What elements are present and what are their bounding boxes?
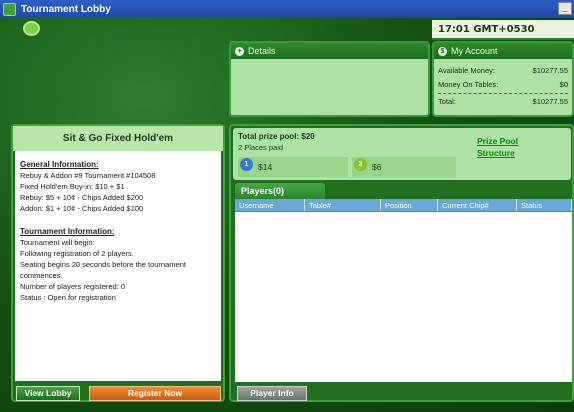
window-title: Tournament Lobby — [21, 3, 111, 15]
details-panel: + Details — [229, 41, 430, 117]
players-table: Username Table# Position Current Chip# S… — [235, 199, 572, 382]
title-bar: Tournament Lobby _ — [0, 0, 574, 18]
register-now-button[interactable]: Register Now — [89, 386, 221, 401]
players-table-header: Username Table# Position Current Chip# S… — [235, 199, 572, 212]
general-info-header: General Information: — [20, 160, 99, 169]
tournament-info-header: Tournament Information: — [20, 227, 115, 236]
total-row: Total: $10277.55 — [434, 94, 572, 108]
account-header: $ My Account — [434, 43, 572, 59]
info-icon: $ — [438, 46, 447, 56]
prize-place-1: 1 $14 — [238, 157, 348, 177]
account-title: My Account — [451, 46, 498, 56]
first-place-medal-icon: 1 — [240, 158, 253, 171]
tournament-title: Sit & Go Fixed Hold'em — [13, 126, 223, 151]
prize-players-panel: Total prize pool: $20 2 Places paid Priz… — [229, 124, 574, 402]
total-label: Total: — [438, 96, 456, 106]
tournament-info-panel: Sit & Go Fixed Hold'em General Informati… — [11, 124, 225, 402]
available-money-label: Available Money: — [438, 65, 495, 75]
prize-pool-section: Total prize pool: $20 2 Places paid Priz… — [233, 128, 571, 180]
minimize-button[interactable]: _ — [558, 2, 572, 15]
tab-players[interactable]: Players(0) — [235, 183, 325, 199]
total-value: $10277.55 — [532, 96, 568, 106]
money-on-tables-label: Money On Tables: — [438, 79, 499, 89]
player-info-button[interactable]: Player Info — [237, 386, 307, 401]
general-info-line: Rebuy & Addon #9 Tournament #104508 — [20, 171, 156, 180]
details-title: Details — [248, 46, 276, 56]
prize-amount: $14 — [258, 162, 273, 172]
column-header-username[interactable]: Username — [235, 199, 305, 211]
money-on-tables-value: $0 — [559, 79, 568, 89]
general-info-line: Fixed Hold'em Buy-in: $10 + $1 — [20, 182, 125, 191]
app-icon — [3, 2, 16, 16]
prize-place-2: 2 $6 — [352, 157, 456, 177]
clock: 17:01 GMT+0530 — [432, 20, 574, 40]
view-lobby-button[interactable]: View Lobby — [16, 386, 80, 401]
info-icon: + — [235, 46, 244, 56]
available-money-value: $10277.55 — [532, 65, 568, 75]
money-on-tables-row: Money On Tables: $0 — [434, 77, 572, 91]
tournament-info-line: commences. — [20, 271, 63, 280]
tournament-info-line: Following registration of 2 players. — [20, 249, 134, 258]
column-header-table[interactable]: Table# — [305, 199, 381, 211]
tournament-info-line: Tournament will begin: — [20, 238, 95, 247]
logo-icon — [23, 21, 40, 36]
prize-pool-structure-link[interactable]: Prize Pool Structure — [477, 135, 537, 159]
column-header-chips[interactable]: Current Chip# — [438, 199, 517, 211]
tournament-details: General Information: Rebuy & Addon #9 To… — [15, 151, 221, 381]
available-money-row: Available Money: $10277.55 — [434, 63, 572, 77]
tournament-info-line: Number of players registered: 0 — [20, 282, 126, 291]
tournament-info-line: Status : Open for registration — [20, 293, 116, 302]
total-prize-pool: Total prize pool: $20 — [238, 132, 315, 141]
column-header-status[interactable]: Status — [517, 199, 572, 211]
account-panel: $ My Account Available Money: $10277.55 … — [432, 41, 574, 117]
tournament-info-line: Seating begins 20 seconds before the tou… — [20, 260, 186, 269]
general-info-line: Addon: $1 + 10¢ - Chips Added $100 — [20, 204, 144, 213]
places-paid: 2 Places paid — [238, 143, 284, 152]
general-info-line: Rebuy: $5 + 10¢ - Chips Added $200 — [20, 193, 144, 202]
details-header: + Details — [231, 43, 428, 59]
prize-amount: $6 — [372, 162, 382, 172]
second-place-medal-icon: 2 — [354, 158, 367, 171]
column-header-position[interactable]: Position — [381, 199, 438, 211]
